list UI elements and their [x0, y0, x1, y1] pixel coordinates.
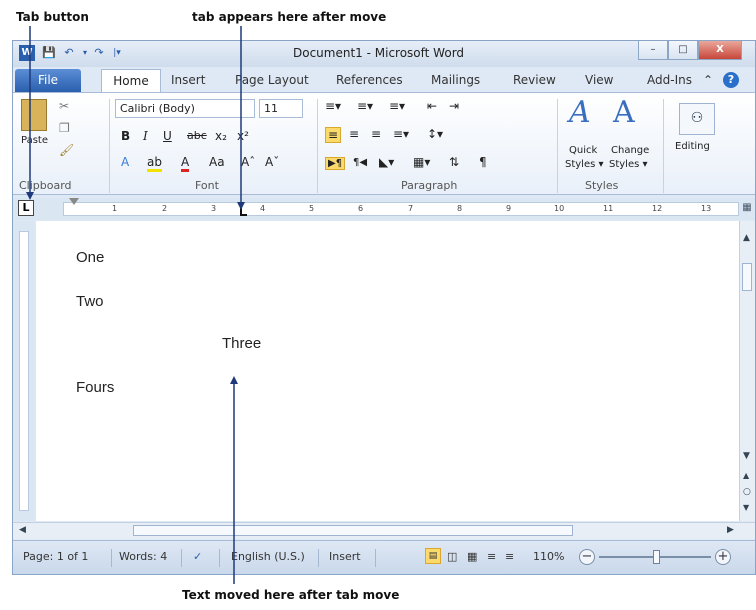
annotation-arrows	[26, 26, 245, 584]
